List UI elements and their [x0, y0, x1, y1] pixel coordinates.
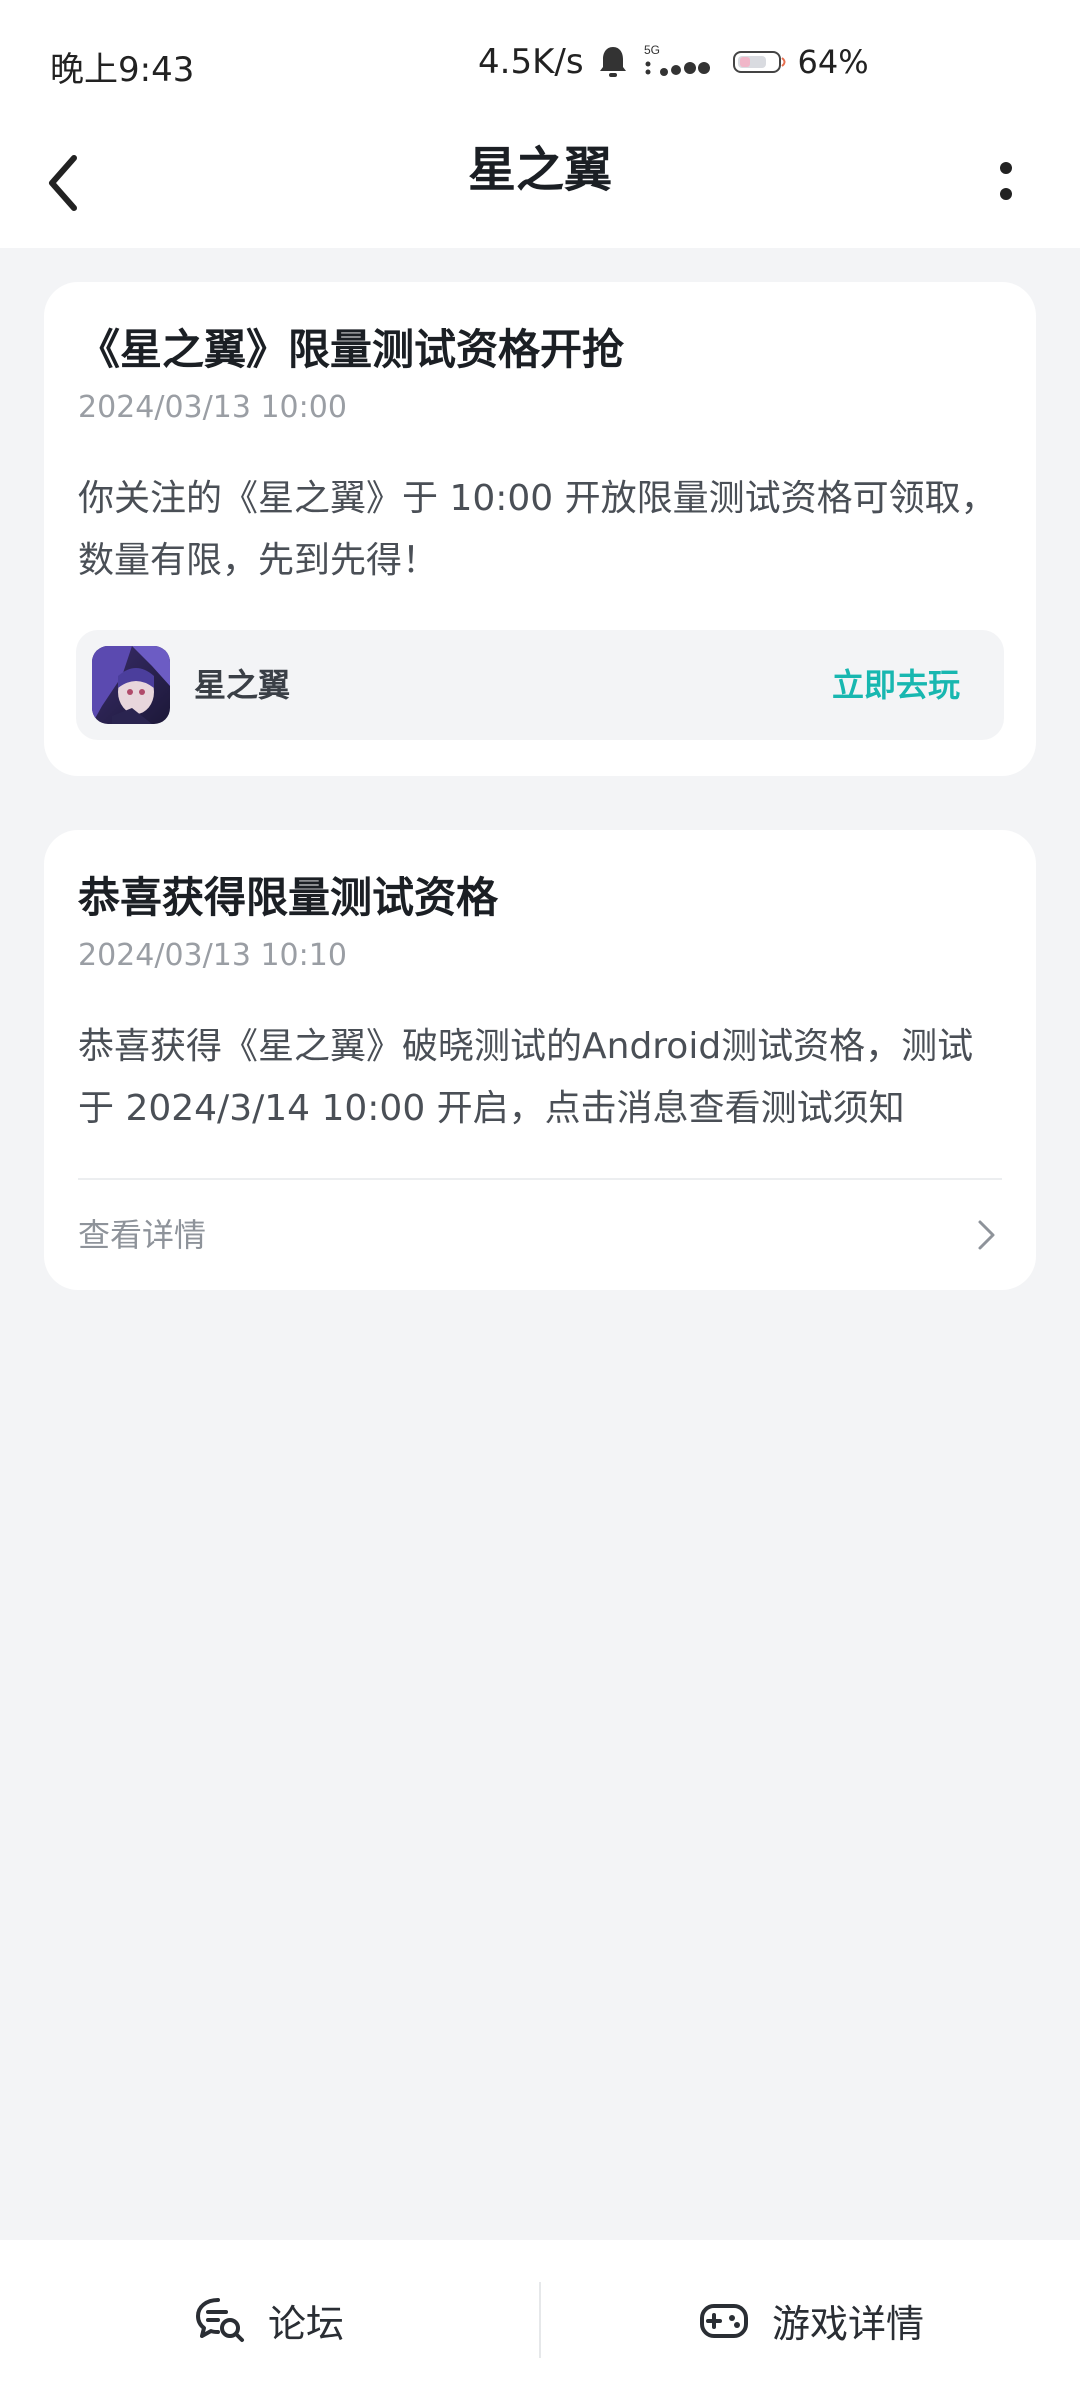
more-icon[interactable] [986, 146, 1026, 218]
game-name: 星之翼 [194, 666, 291, 704]
divider [539, 2282, 541, 2358]
gamepad-icon [699, 2304, 748, 2338]
message-card[interactable]: 恭喜获得限量测试资格 2024/03/13 10:10 恭喜获得《星之翼》破晓测… [44, 830, 1036, 1290]
card-title: 《星之翼》限量测试资格开抢 [78, 325, 625, 374]
status-bar: 晚上9:43 4.5K/s 5G 64% [0, 0, 1080, 120]
chevron-right-icon [978, 1220, 995, 1250]
view-details-label: 查看详情 [78, 1216, 207, 1254]
game-avatar-image [92, 646, 170, 724]
status-indicators: 4.5K/s 5G 64% [478, 42, 869, 82]
game-details-button[interactable]: 游戏详情 [542, 2240, 1080, 2400]
network-speed: 4.5K/s [478, 42, 584, 82]
forum-icon [195, 2298, 244, 2342]
forum-button[interactable]: 论坛 [0, 2240, 538, 2400]
bell-icon [599, 47, 626, 77]
status-time: 晚上9:43 [50, 50, 195, 90]
card-timestamp: 2024/03/13 10:10 [78, 938, 347, 973]
view-details-button[interactable]: 查看详情 [78, 1180, 1002, 1290]
play-now-button[interactable]: 立即去玩 [832, 630, 960, 740]
message-card[interactable]: 《星之翼》限量测试资格开抢 2024/03/13 10:00 你关注的《星之翼》… [44, 282, 1036, 776]
card-body: 恭喜获得《星之翼》破晓测试的Android测试资格，测试于 2024/3/14 … [78, 1026, 974, 1129]
game-avatar [92, 646, 170, 724]
game-details-label: 游戏详情 [771, 2301, 924, 2346]
game-row[interactable]: 星之翼 立即去玩 [76, 630, 1004, 740]
battery-percentage: 64% [797, 43, 869, 81]
battery-icon [732, 51, 786, 73]
forum-label: 论坛 [267, 2301, 344, 2346]
card-body: 你关注的《星之翼》于 10:00 开放限量测试资格可领取，数量有限，先到先得！ [78, 478, 997, 581]
signal-icon: 5G [644, 43, 710, 76]
bottom-bar: 论坛 游戏详情 [0, 2240, 1080, 2400]
card-timestamp: 2024/03/13 10:00 [78, 390, 347, 425]
network-type-label: 5G [644, 43, 660, 57]
header: 星之翼 [0, 120, 1080, 248]
card-title: 恭喜获得限量测试资格 [78, 873, 499, 922]
page-title: 星之翼 [467, 142, 612, 198]
